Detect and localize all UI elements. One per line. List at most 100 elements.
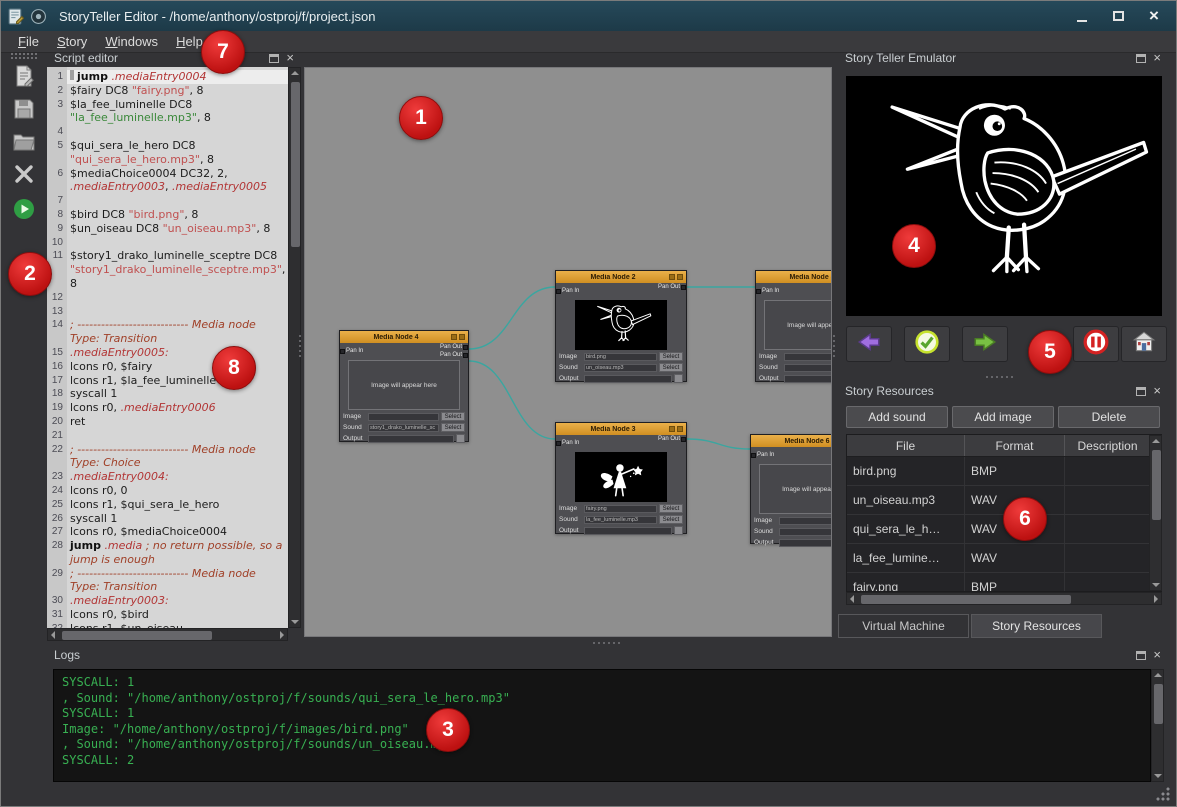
code-line[interactable]: $un_oiseau DC8 "un_oiseau.mp3", 8 bbox=[67, 222, 288, 236]
node-header[interactable]: Media Node 5 bbox=[756, 271, 832, 283]
code-line[interactable]: .mediaEntry0003: bbox=[67, 594, 288, 608]
code-line[interactable] bbox=[67, 305, 288, 319]
code-line[interactable]: ; ---------------------------- Media nod… bbox=[67, 318, 288, 332]
media-node[interactable]: Media Node 2Pan InPan OutImagebird.pngSe… bbox=[555, 270, 687, 382]
script-editor-horizontal-scrollbar[interactable] bbox=[47, 628, 288, 641]
code-line[interactable]: "la_fee_luminelle.mp3", 8 bbox=[67, 111, 288, 125]
close-project-button[interactable] bbox=[11, 163, 37, 189]
node-select-button[interactable]: Select bbox=[441, 412, 465, 421]
code-line[interactable] bbox=[67, 125, 288, 139]
float-dock-icon[interactable] bbox=[1136, 54, 1146, 63]
code-line[interactable]: "story1_drako_luminelle_sceptre.mp3", bbox=[67, 263, 288, 277]
code-line[interactable]: $fairy DC8 "fairy.png", 8 bbox=[67, 84, 288, 98]
node-output-pin[interactable]: Pan Out bbox=[440, 352, 468, 358]
scroll-up-icon[interactable] bbox=[291, 71, 299, 75]
scrollbar-thumb[interactable] bbox=[1154, 684, 1163, 724]
previous-button[interactable] bbox=[846, 326, 892, 362]
node-add-button[interactable] bbox=[456, 434, 465, 443]
code-line[interactable]: lcons r1, $qui_sera_le_hero bbox=[67, 498, 288, 512]
resources-table-vertical-scrollbar[interactable] bbox=[1149, 435, 1162, 591]
add-sound-button[interactable]: Add sound bbox=[846, 406, 948, 428]
code-line[interactable]: $qui_sera_le_hero DC8 bbox=[67, 139, 288, 153]
scroll-down-icon[interactable] bbox=[1152, 583, 1160, 587]
splitter-handle[interactable] bbox=[986, 376, 1013, 378]
code-line[interactable]: $story1_drako_luminelle_sceptre DC8 bbox=[67, 249, 288, 263]
scrollbar-thumb[interactable] bbox=[1152, 450, 1161, 520]
scroll-right-icon[interactable] bbox=[1154, 595, 1158, 603]
node-collapse-icon[interactable] bbox=[669, 426, 675, 432]
close-button[interactable]: × bbox=[1138, 5, 1170, 27]
close-dock-icon[interactable]: × bbox=[286, 52, 294, 64]
media-node[interactable]: Media Node 6Pan InPan OutImage will appe… bbox=[750, 434, 832, 544]
node-input-pin[interactable]: Pan In bbox=[556, 284, 579, 298]
scroll-up-icon[interactable] bbox=[1154, 673, 1162, 677]
code-line[interactable] bbox=[67, 429, 288, 443]
next-button[interactable] bbox=[962, 326, 1008, 362]
code-line[interactable]: ; ---------------------------- Media nod… bbox=[67, 567, 288, 581]
code-line[interactable]: lcons r0, 0 bbox=[67, 484, 288, 498]
node-input-pin[interactable]: Pan In bbox=[751, 448, 774, 462]
splitter-handle[interactable] bbox=[593, 642, 620, 644]
delete-button[interactable]: Delete bbox=[1058, 406, 1160, 428]
code-line[interactable]: $bird DC8 "bird.png", 8 bbox=[67, 208, 288, 222]
node-add-button[interactable] bbox=[674, 526, 683, 535]
node-select-button[interactable]: Select bbox=[659, 504, 683, 513]
code-line[interactable]: .mediaEntry0003, .mediaEntry0005 bbox=[67, 180, 288, 194]
node-header[interactable]: Media Node 3 bbox=[556, 423, 686, 435]
node-select-button[interactable]: Select bbox=[441, 423, 465, 432]
run-button[interactable] bbox=[11, 198, 37, 224]
close-dock-icon[interactable]: × bbox=[1153, 385, 1161, 397]
logs-console[interactable]: SYSCALL: 1, Sound: "/home/anthony/ostpro… bbox=[53, 669, 1151, 782]
table-header[interactable]: Description bbox=[1065, 435, 1151, 456]
close-dock-icon[interactable]: × bbox=[1153, 649, 1161, 661]
table-row[interactable]: la_fee_lumine…WAV bbox=[847, 544, 1161, 573]
tab-story-resources[interactable]: Story Resources bbox=[971, 614, 1102, 638]
open-button[interactable] bbox=[11, 131, 37, 157]
splitter-handle[interactable] bbox=[299, 335, 301, 357]
scroll-left-icon[interactable] bbox=[850, 595, 854, 603]
code-line[interactable]: Type: Choice bbox=[67, 456, 288, 470]
resources-table-horizontal-scrollbar[interactable] bbox=[846, 592, 1162, 605]
tab-virtual-machine[interactable]: Virtual Machine bbox=[838, 614, 969, 638]
node-select-button[interactable]: Select bbox=[659, 515, 683, 524]
node-input-pin[interactable]: Pan In bbox=[340, 344, 363, 358]
script-editor[interactable]: jump .mediaEntry0004$fairy DC8 "fairy.pn… bbox=[67, 67, 288, 628]
resize-grip[interactable] bbox=[1156, 787, 1170, 801]
code-line[interactable]: ret bbox=[67, 415, 288, 429]
scroll-up-icon[interactable] bbox=[1152, 439, 1160, 443]
media-node[interactable]: Media Node 4Pan InPan OutPan OutImage wi… bbox=[339, 330, 469, 442]
node-select-button[interactable]: Select bbox=[659, 352, 683, 361]
node-header[interactable]: Media Node 2 bbox=[556, 271, 686, 283]
scroll-right-icon[interactable] bbox=[280, 631, 284, 639]
code-line[interactable]: jump .media ; no return possible, so a bbox=[67, 539, 288, 553]
float-dock-icon[interactable] bbox=[1136, 651, 1146, 660]
new-script-button[interactable] bbox=[11, 65, 37, 91]
node-close-icon[interactable] bbox=[677, 426, 683, 432]
table-header[interactable]: Format bbox=[965, 435, 1065, 456]
node-collapse-icon[interactable] bbox=[669, 274, 675, 280]
table-header[interactable]: File bbox=[847, 435, 965, 456]
node-select-button[interactable]: Select bbox=[659, 363, 683, 372]
table-row[interactable]: bird.pngBMP bbox=[847, 457, 1161, 486]
media-node[interactable]: Media Node 5Pan InPan OutImage will appe… bbox=[755, 270, 832, 382]
node-header[interactable]: Media Node 4 bbox=[340, 331, 468, 343]
code-line[interactable]: lcons r0, $mediaChoice0004 bbox=[67, 525, 288, 539]
code-line[interactable] bbox=[67, 291, 288, 305]
node-input-pin[interactable]: Pan In bbox=[756, 284, 779, 298]
code-line[interactable]: lcons r0, .mediaEntry0006 bbox=[67, 401, 288, 415]
code-line[interactable]: 8 bbox=[67, 277, 288, 291]
node-collapse-icon[interactable] bbox=[451, 334, 457, 340]
table-row[interactable]: fairy.pngBMP bbox=[847, 573, 1161, 592]
scroll-down-icon[interactable] bbox=[291, 620, 299, 624]
close-dock-icon[interactable]: × bbox=[1153, 52, 1161, 64]
minimize-button[interactable] bbox=[1066, 5, 1098, 27]
maximize-button[interactable] bbox=[1102, 5, 1134, 27]
node-input-pin[interactable]: Pan In bbox=[556, 436, 579, 450]
code-line[interactable]: .mediaEntry0005: bbox=[67, 346, 288, 360]
code-line[interactable] bbox=[67, 194, 288, 208]
code-line[interactable]: "qui_sera_le_hero.mp3", 8 bbox=[67, 153, 288, 167]
scrollbar-thumb[interactable] bbox=[62, 631, 212, 640]
code-line[interactable]: lcons r1, $la_fee_luminelle bbox=[67, 374, 288, 388]
scroll-left-icon[interactable] bbox=[51, 631, 55, 639]
code-line[interactable]: ; ---------------------------- Media nod… bbox=[67, 443, 288, 457]
